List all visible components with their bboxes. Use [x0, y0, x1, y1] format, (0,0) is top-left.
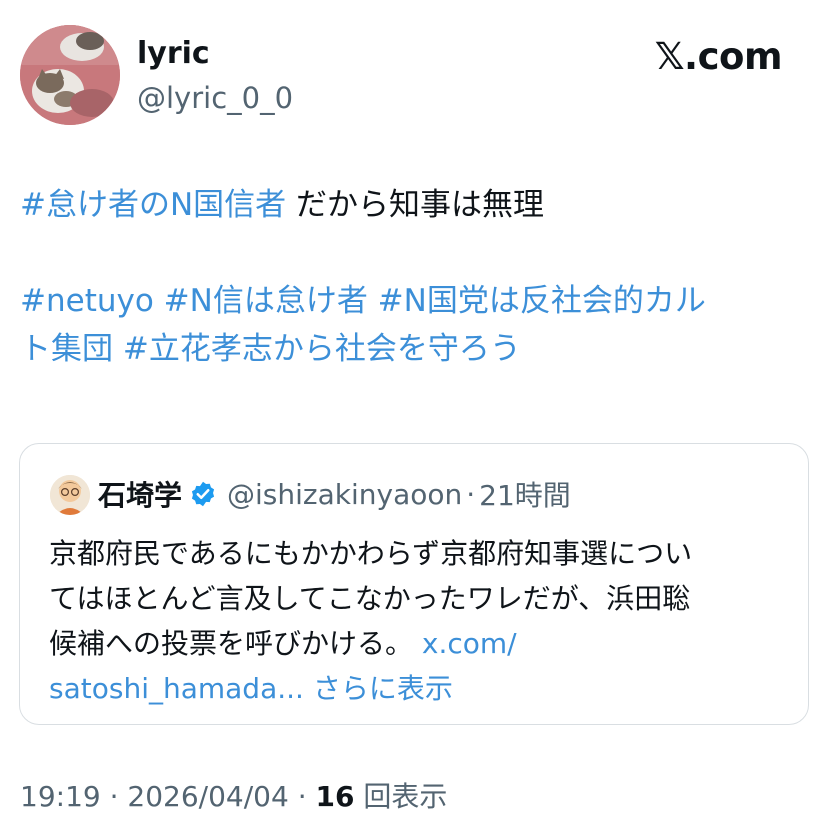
person-avatar-icon	[50, 475, 90, 515]
tweet-time[interactable]: 19:19	[20, 780, 101, 813]
tweet-body-text: だから知事は無理	[286, 187, 545, 223]
quoted-tweet-body: 京都府民であるにもかかわらず京都府知事選につい てはほとんど言及してこなかったワ…	[49, 531, 789, 711]
tweet-text: #怠け者のN国信者 だから知事は無理 #netuyo #N信は怠け者 #N国党は…	[20, 181, 810, 373]
tweet-meta: 19:19 · 2026/04/04 · 16 回表示	[20, 777, 447, 817]
quoted-tweet-time[interactable]: 21時間	[479, 474, 571, 514]
x-logo-icon: 𝕏	[654, 35, 685, 78]
x-com-logo: 𝕏.com	[654, 34, 783, 80]
quoted-tweet-header: 石埼学 @ishizakinyaoon · 21時間	[98, 472, 571, 516]
quoted-author-handle[interactable]: @ishizakinyaoon	[227, 478, 462, 511]
separator-dot: ·	[466, 477, 476, 511]
verified-badge-icon	[189, 480, 217, 508]
meta-separator: ·	[288, 780, 316, 813]
views-label: 回表示	[354, 780, 448, 813]
cat-avatar-icon	[20, 25, 120, 125]
views-count: 16	[315, 780, 355, 813]
quoted-body-line: てはほとんど言及してこなかったワレだが、浜田聡	[49, 582, 691, 615]
hashtag-links-line[interactable]: #netuyo #N信は怠け者 #N国党は反社会的カル	[20, 277, 810, 325]
quoted-url-link[interactable]: x.com/	[422, 627, 517, 660]
brand-suffix: .com	[684, 35, 782, 78]
author-avatar[interactable]	[20, 25, 120, 125]
quoted-body-line: satoshi_hamada... さらに表示	[49, 666, 789, 711]
tweet-date[interactable]: 2026/04/04	[127, 780, 288, 813]
quoted-tweet-card[interactable]: 石埼学 @ishizakinyaoon · 21時間 京都府民であるにもかかわら…	[19, 443, 809, 725]
hashtag-link[interactable]: #怠け者のN国信者	[20, 187, 286, 223]
meta-separator: ·	[100, 780, 128, 813]
author-name[interactable]: lyric	[137, 34, 210, 74]
quoted-body-line: 京都府民であるにもかかわらず京都府知事選につい	[49, 537, 693, 570]
quoted-url-link-cont[interactable]: satoshi_hamada...	[49, 672, 304, 705]
show-more-link[interactable]: さらに表示	[304, 672, 453, 705]
quoted-author-name[interactable]: 石埼学	[98, 474, 182, 514]
quoted-body-line: 候補への投票を呼びかける。 x.com/	[49, 621, 789, 666]
quoted-author-avatar[interactable]	[50, 475, 90, 515]
author-handle[interactable]: @lyric_0_0	[137, 78, 293, 118]
tweet-line-1: #怠け者のN国信者 だから知事は無理	[20, 181, 810, 229]
hashtag-links-line-2[interactable]: ト集団 #立花孝志から社会を守ろう	[20, 325, 810, 373]
quoted-body-text: 候補への投票を呼びかける。	[49, 627, 422, 660]
